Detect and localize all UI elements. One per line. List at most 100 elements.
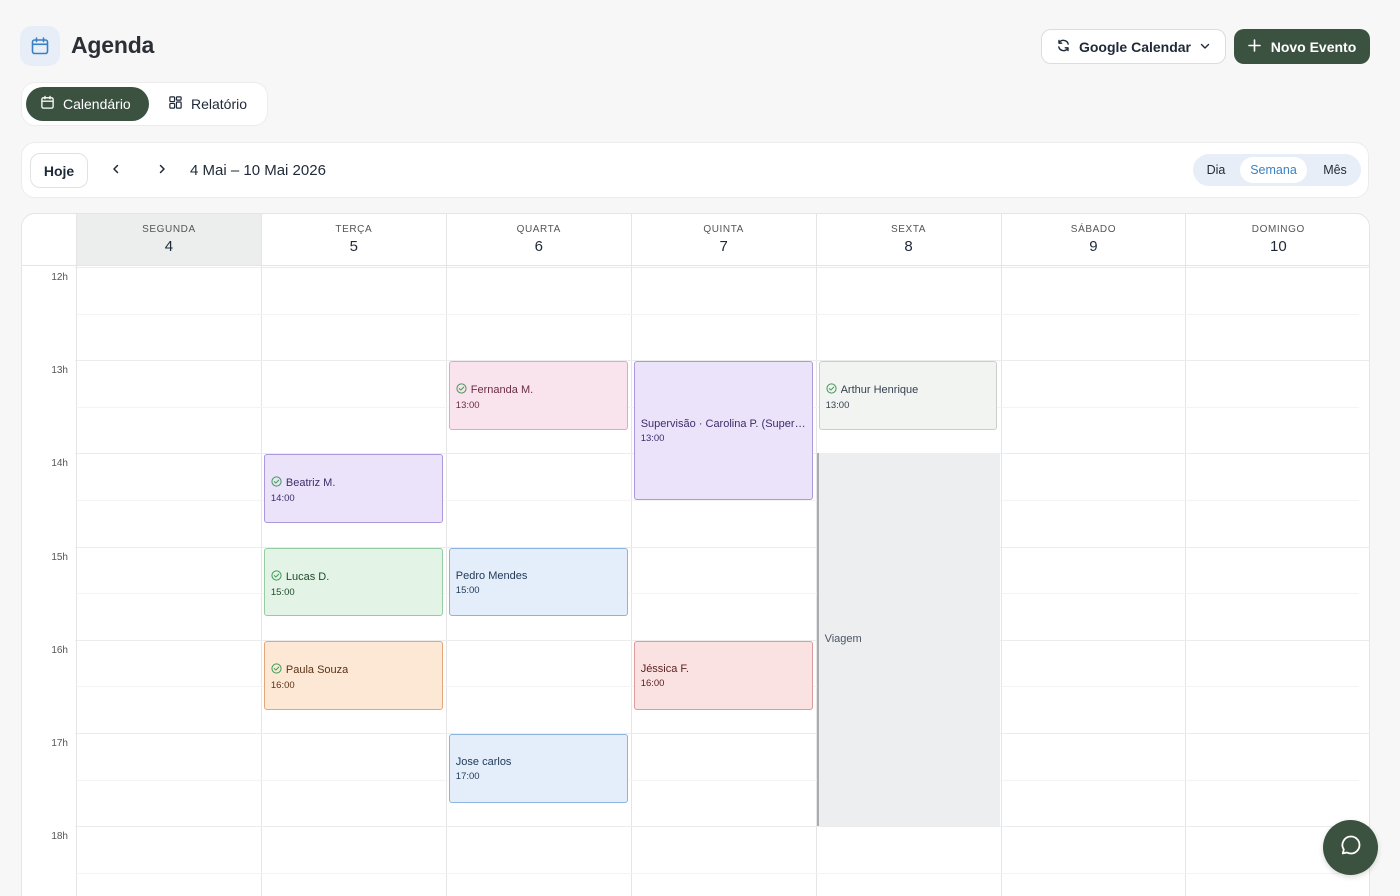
event-card[interactable]: Beatriz M. 14:00	[263, 454, 443, 524]
day-number: 9	[1089, 238, 1098, 255]
event-title: Paula Souza	[271, 663, 436, 677]
day-number: 7	[719, 238, 728, 255]
check-circle-icon	[826, 383, 837, 397]
hour-label: 18h	[51, 831, 68, 843]
event-title: Arthur Henrique	[826, 383, 991, 397]
day-header[interactable]: DOMINGO 10	[1185, 214, 1369, 265]
event-title: Pedro Mendes	[456, 570, 621, 582]
event-title-text: Jéssica F.	[640, 662, 689, 675]
hour-label: 16h	[51, 644, 68, 656]
event-title-text: Paula Souza	[285, 663, 349, 676]
google-calendar-sync-button[interactable]: Google Calendar	[1040, 29, 1226, 64]
calendar-toolbar: Hoje 4 Mai – 10 Mai 2026 Dia Semana Mês	[21, 142, 1369, 198]
day-name: QUINTA	[703, 224, 744, 235]
event-title-text: Fernanda M.	[470, 384, 534, 397]
event-title: Fernanda M.	[456, 383, 621, 397]
google-calendar-label: Google Calendar	[1078, 38, 1191, 55]
view-tabs: Calendário Relatório	[21, 82, 268, 126]
hour-gridline	[75, 826, 1369, 828]
day-header[interactable]: SEGUNDA 4	[76, 214, 261, 265]
event-time: 14:00	[270, 493, 295, 505]
event-title: Jose carlos	[456, 756, 621, 768]
hour-gridline	[75, 733, 1369, 734]
event-time: 16:00	[270, 679, 295, 691]
calendar-icon	[40, 95, 55, 113]
event-card[interactable]: Paula Souza 16:00	[263, 640, 443, 710]
event-time: 13:00	[825, 400, 850, 412]
event-card[interactable]: Jose carlos 17:00	[448, 734, 628, 803]
event-card[interactable]: Supervisão · Carolina P. (Supervisão) 13:…	[633, 361, 813, 500]
event-title: Jéssica F.	[641, 663, 806, 675]
event-card[interactable]: Lucas D. 15:00	[263, 547, 443, 617]
event-time: 13:00	[640, 432, 665, 444]
check-circle-icon	[271, 476, 282, 490]
next-week-button[interactable]	[148, 157, 176, 185]
refresh-icon	[1056, 38, 1071, 56]
event-time: 13:00	[455, 400, 480, 412]
half-hour-gridline	[75, 872, 1359, 874]
day-number: 6	[534, 238, 543, 255]
tab-calendar[interactable]: Calendário	[26, 87, 149, 121]
half-hour-gridline	[75, 779, 1359, 781]
hour-label: 14h	[51, 458, 68, 470]
mode-week[interactable]: Semana	[1240, 157, 1307, 183]
event-title-text: Arthur Henrique	[840, 384, 919, 397]
header-divider	[22, 265, 1369, 266]
chevron-right-icon	[156, 162, 168, 180]
day-header[interactable]: SEXTA 8	[815, 214, 1001, 265]
day-header[interactable]: QUARTA 6	[445, 214, 631, 265]
event-card[interactable]: Arthur Henrique 13:00	[818, 361, 998, 431]
tab-report-label: Relatório	[191, 96, 248, 112]
event-card[interactable]: Pedro Mendes 15:00	[448, 547, 628, 617]
today-button[interactable]: Hoje	[30, 153, 88, 188]
day-number: 10	[1269, 238, 1287, 255]
hour-label: 17h	[51, 738, 68, 749]
event-time: 16:00	[640, 677, 665, 689]
blocked-period-label: Viagem	[824, 632, 862, 645]
tab-calendar-label: Calendário	[63, 96, 131, 112]
event-title: Lucas D.	[271, 570, 436, 584]
event-title: Beatriz M.	[271, 476, 436, 490]
event-card[interactable]: Fernanda M. 13:00	[448, 361, 628, 431]
new-event-button[interactable]: Novo Evento	[1234, 29, 1370, 64]
mode-month[interactable]: Mês	[1313, 157, 1357, 183]
tab-report[interactable]: Relatório	[168, 87, 247, 121]
event-title-text: Jose carlos	[455, 756, 512, 768]
day-name: SÁBADO	[1070, 224, 1117, 235]
day-name: SEXTA	[891, 224, 927, 235]
mode-day[interactable]: Dia	[1197, 157, 1235, 183]
event-title-text: Lucas D.	[285, 570, 330, 583]
event-time: 17:00	[455, 771, 480, 782]
check-circle-icon	[271, 663, 282, 677]
chevron-left-icon	[110, 162, 122, 180]
hour-gridline	[75, 267, 1369, 268]
day-name: DOMINGO	[1251, 224, 1305, 235]
day-number: 4	[164, 238, 174, 255]
previous-week-button[interactable]	[102, 157, 130, 185]
chat-bubble-icon	[1339, 833, 1363, 862]
day-header[interactable]: SÁBADO 9	[1000, 214, 1186, 265]
day-header[interactable]: TERÇA 5	[260, 214, 446, 265]
hour-label: 12h	[51, 272, 68, 283]
day-number: 8	[904, 238, 913, 255]
event-title-text: Supervisão · Carolina P. (Supervisão)	[640, 417, 806, 430]
check-circle-icon	[456, 383, 467, 397]
date-range-label: 4 Mai – 10 Mai 2026	[190, 162, 326, 179]
event-card[interactable]: Jéssica F. 16:00	[633, 640, 813, 710]
event-time: 15:00	[270, 586, 295, 598]
event-title-text: Pedro Mendes	[455, 569, 528, 582]
hour-label: 13h	[51, 365, 68, 377]
event-title: Supervisão · Carolina P. (Supervisão)	[641, 418, 806, 430]
grid-icon	[168, 95, 183, 113]
event-title-text: Beatriz M.	[285, 477, 336, 490]
calendar-icon	[20, 26, 60, 66]
day-name: SEGUNDA	[142, 224, 196, 235]
plus-icon	[1247, 38, 1261, 55]
chat-button[interactable]	[1323, 820, 1378, 875]
blocked-period[interactable]: Viagem	[816, 453, 1001, 827]
check-circle-icon	[271, 570, 282, 584]
week-calendar-grid: SEGUNDA 4 TERÇA 5 QUARTA 6 QUINTA 7 SEXTA 8 SÁBADO…	[21, 213, 1370, 896]
half-hour-gridline	[75, 313, 1359, 315]
day-header[interactable]: QUINTA 7	[630, 214, 816, 265]
view-mode-switch: Dia Semana Mês	[1193, 154, 1361, 186]
